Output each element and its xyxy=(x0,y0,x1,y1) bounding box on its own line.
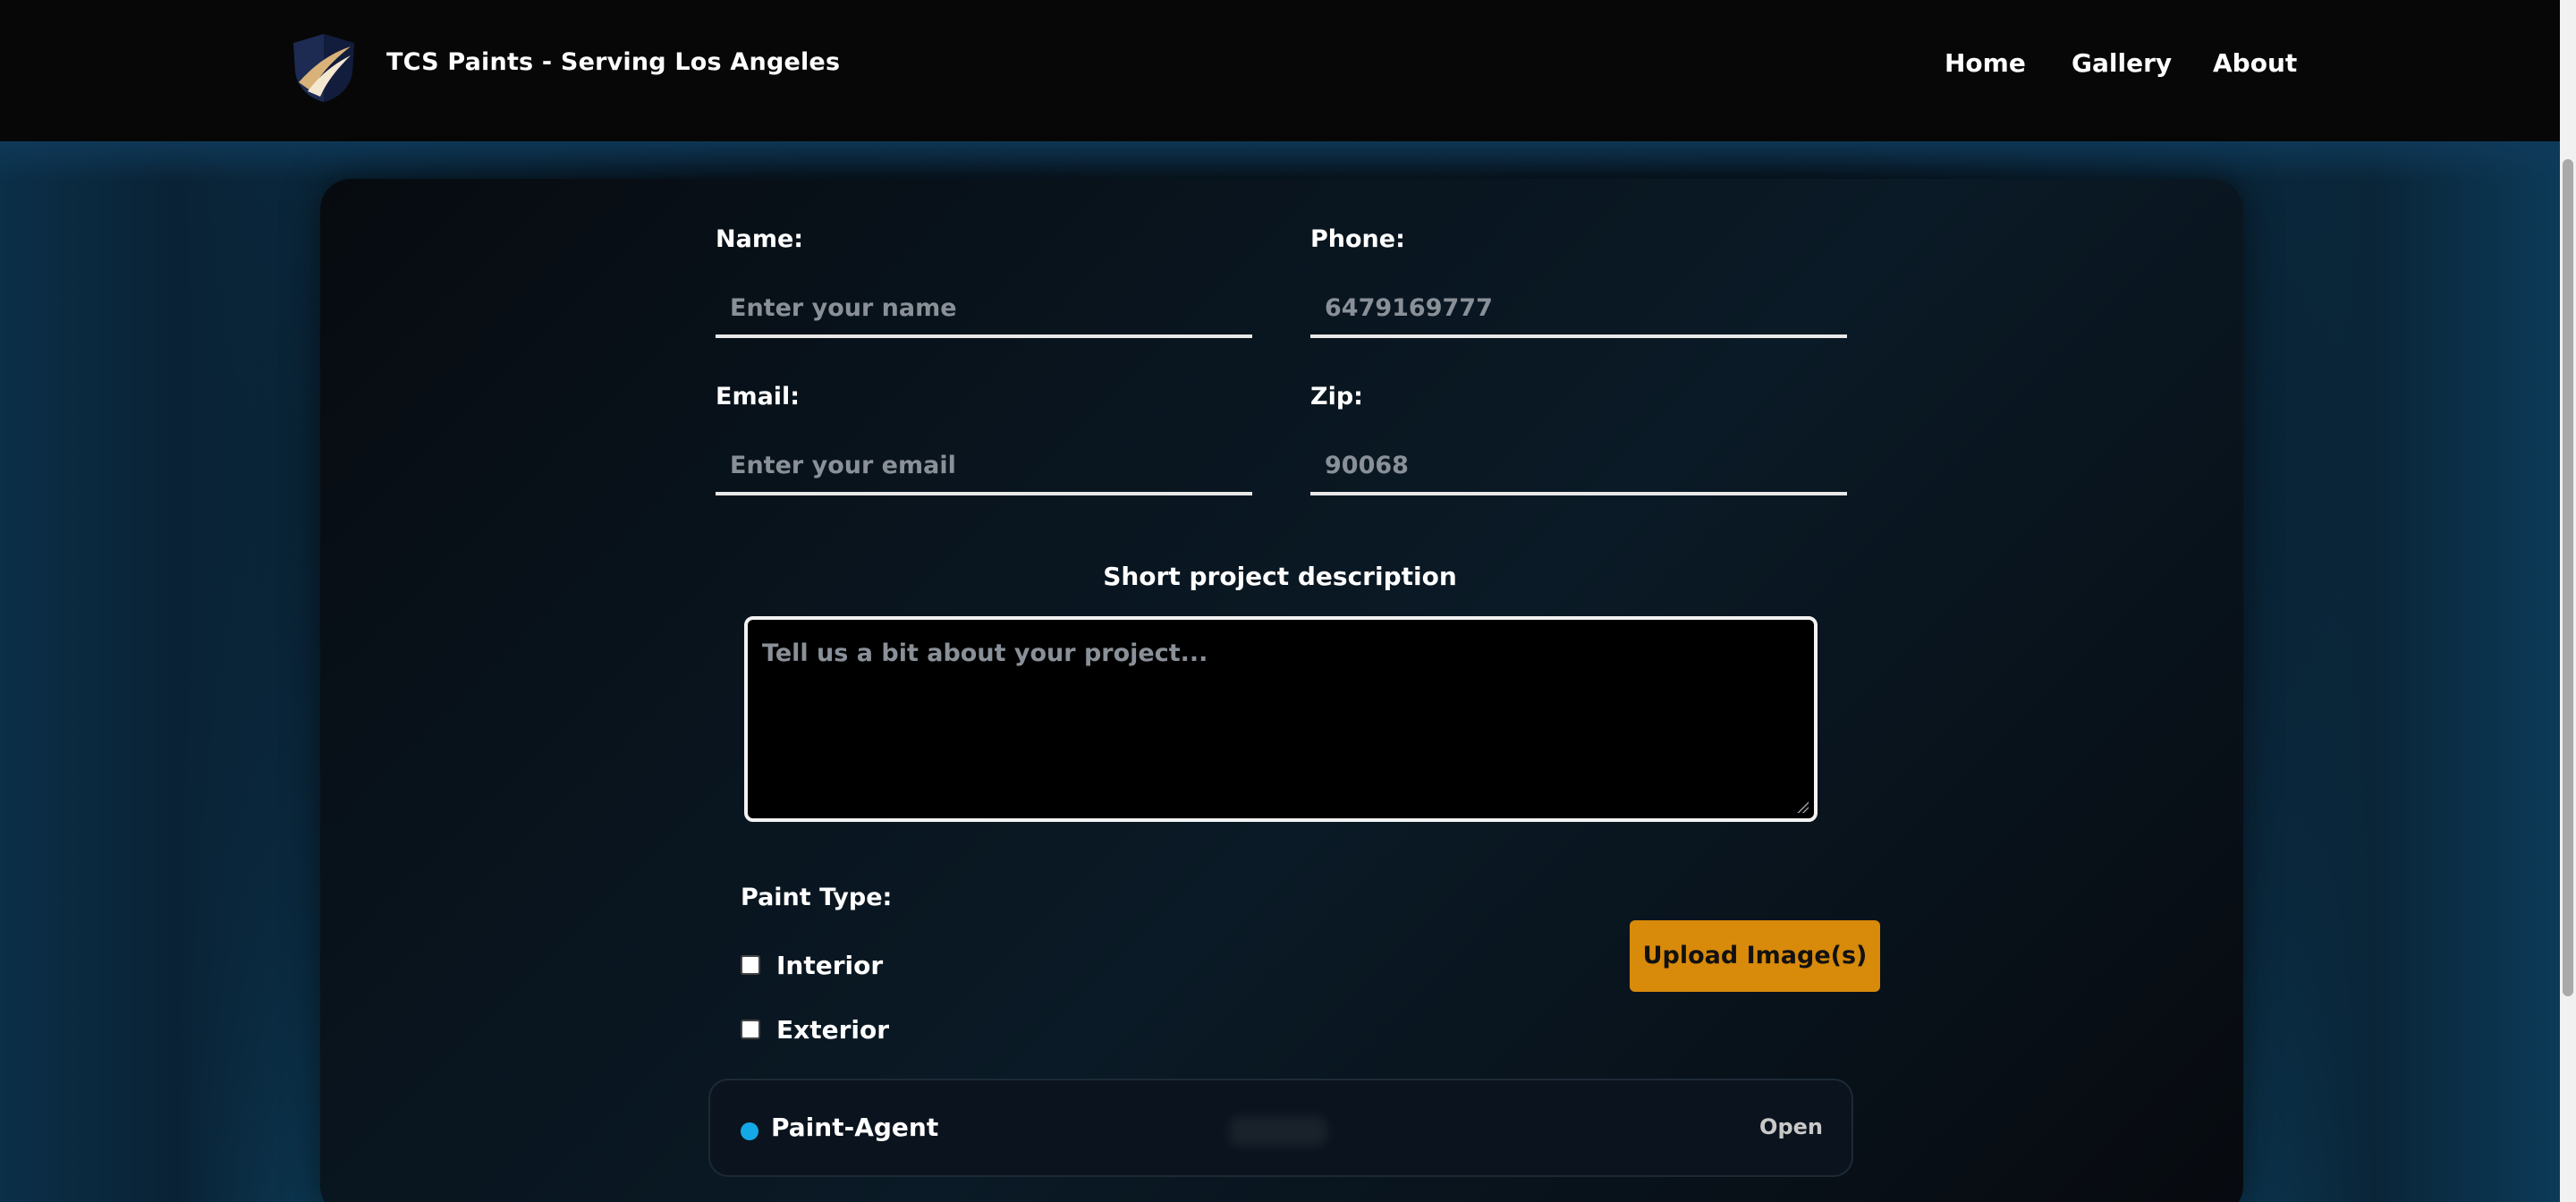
agent-blur-decoration xyxy=(1229,1116,1327,1147)
email-label: Email: xyxy=(716,383,801,411)
interior-option: Interior xyxy=(741,950,883,980)
phone-field xyxy=(1310,281,1847,338)
agent-open-button[interactable]: Open xyxy=(1759,1114,1823,1139)
exterior-option: Exterior xyxy=(741,1014,889,1045)
nav-home[interactable]: Home xyxy=(1945,48,2026,78)
email-field xyxy=(716,438,1252,495)
description-textarea[interactable] xyxy=(748,620,1814,818)
resize-grip-icon[interactable] xyxy=(1796,800,1809,813)
exterior-checkbox[interactable] xyxy=(741,1020,760,1039)
agent-name: Paint-Agent xyxy=(771,1113,939,1142)
background-glow-left xyxy=(0,141,322,1202)
zip-field xyxy=(1310,438,1847,495)
interior-checkbox[interactable] xyxy=(741,955,760,975)
phone-input[interactable] xyxy=(1310,281,1847,334)
description-title: Short project description xyxy=(1103,562,1457,591)
name-field xyxy=(716,281,1252,338)
shield-logo-icon[interactable] xyxy=(290,32,358,104)
email-input[interactable] xyxy=(716,438,1252,492)
name-input[interactable] xyxy=(716,281,1252,334)
background-glow-right xyxy=(2220,141,2560,1202)
status-dot-icon xyxy=(741,1122,758,1140)
page-scrollbar[interactable] xyxy=(2560,0,2576,1202)
upload-images-button[interactable]: Upload Image(s) xyxy=(1630,920,1880,992)
nav-gallery[interactable]: Gallery xyxy=(2072,48,2172,78)
zip-input[interactable] xyxy=(1310,438,1847,492)
description-box xyxy=(744,616,1818,822)
nav-about[interactable]: About xyxy=(2213,48,2297,78)
site-header: TCS Paints - Serving Los Angeles Home Ga… xyxy=(0,0,2560,141)
name-label: Name: xyxy=(716,225,804,253)
header-glow xyxy=(0,141,2560,181)
zip-label: Zip: xyxy=(1310,383,1363,411)
brand-title[interactable]: TCS Paints - Serving Los Angeles xyxy=(386,48,840,76)
phone-label: Phone: xyxy=(1310,225,1405,253)
exterior-label[interactable]: Exterior xyxy=(776,1015,889,1045)
paint-agent-bar[interactable]: Paint-Agent Open xyxy=(708,1079,1853,1177)
interior-label[interactable]: Interior xyxy=(776,951,883,980)
paint-type-label: Paint Type: xyxy=(741,884,893,911)
scrollbar-thumb[interactable] xyxy=(2563,159,2573,996)
